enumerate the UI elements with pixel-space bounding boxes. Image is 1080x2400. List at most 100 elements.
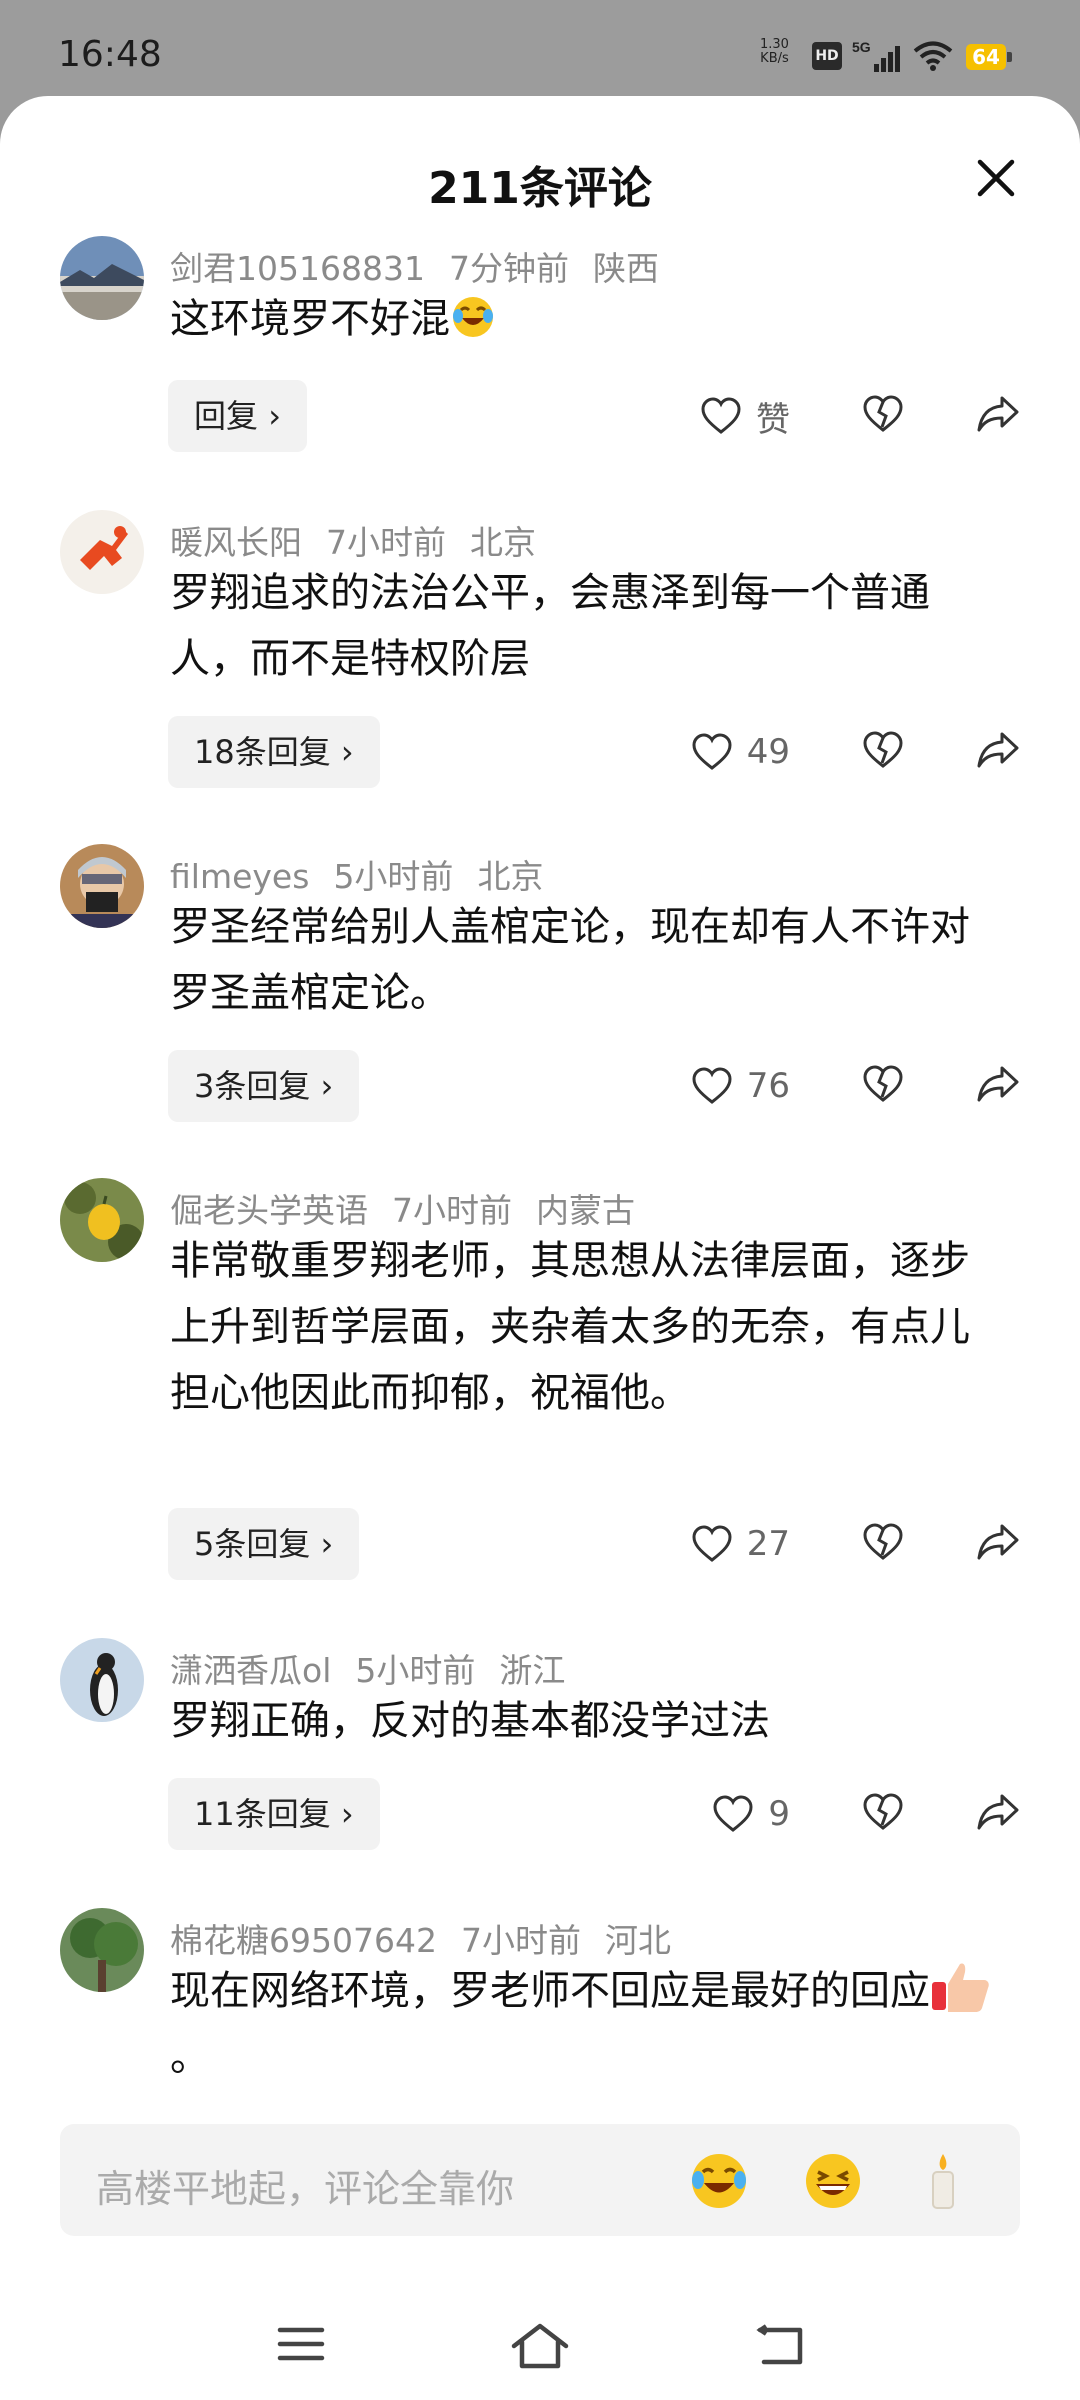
- comment-meta: 暖风长阳 7小时前 北京: [170, 516, 560, 564]
- comment-meta: 剑君105168831 7分钟前 陕西: [170, 242, 683, 290]
- comment-actions: 赞: [660, 380, 1020, 452]
- comment-actions: 76: [660, 1050, 1020, 1122]
- comment-count-title: 211条评论: [428, 163, 652, 214]
- like-button[interactable]: 49: [691, 730, 790, 774]
- network-speed-unit: KB/s: [760, 51, 789, 66]
- comment-text: 非常敬重罗翔老师，其思想从法律层面，逐步上升到哲学层面，夹杂着太多的无奈，有点儿…: [170, 1238, 970, 1416]
- candle-emoji-button[interactable]: [912, 2150, 974, 2212]
- system-nav-bar: [0, 2292, 1080, 2400]
- chevron-right-icon: ›: [340, 1795, 354, 1833]
- comment-location: 陕西: [592, 249, 659, 288]
- reply-button-label: 11条回复: [194, 1795, 331, 1833]
- broken-heart-icon[interactable]: [862, 394, 904, 438]
- comment-text: 罗圣经常给别人盖棺定论，现在却有人不许对罗圣盖棺定论。: [170, 904, 970, 1016]
- reply-button[interactable]: 5条回复 ›: [168, 1508, 360, 1580]
- share-arrow-icon[interactable]: [976, 394, 1020, 438]
- like-button[interactable]: 9: [712, 1792, 790, 1836]
- like-count: 赞: [756, 399, 790, 440]
- comment-actions: 27: [660, 1508, 1020, 1580]
- like-count: 76: [746, 1066, 790, 1106]
- reply-button-label: 3条回复: [194, 1067, 311, 1105]
- comment-time: 5小时前: [355, 1651, 476, 1690]
- comment-username[interactable]: 倔老头学英语: [170, 1191, 368, 1230]
- back-icon[interactable]: [754, 2322, 806, 2372]
- comment-time: 7小时前: [326, 523, 446, 562]
- broken-heart-icon[interactable]: [862, 1522, 904, 1566]
- comment-location: 内蒙古: [536, 1191, 635, 1230]
- thumbs-up-emoji-icon: [932, 1963, 989, 2012]
- comment-username[interactable]: 剑君105168831: [170, 249, 425, 288]
- avatar[interactable]: [60, 1908, 144, 1992]
- comment-text: 罗翔正确，反对的基本都没学过法: [170, 1698, 770, 1744]
- reply-button[interactable]: 11条回复 ›: [168, 1778, 380, 1850]
- heart-icon: [692, 1067, 732, 1104]
- comment-meta: 倔老头学英语 7小时前 内蒙古: [170, 1184, 659, 1232]
- chevron-right-icon: ›: [320, 1067, 334, 1105]
- comment-sheet: 211条评论 剑君105168831 7分钟前 陕西 这环境罗不好混 回复 › 赞: [0, 96, 1080, 2400]
- comment-time: 7分钟前: [448, 249, 569, 288]
- comment-location: 北京: [477, 857, 544, 896]
- like-button[interactable]: 赞: [700, 394, 790, 440]
- home-icon[interactable]: [510, 2322, 570, 2374]
- status-time: 16:48: [58, 34, 162, 75]
- comment-text-content: 这环境罗不好混: [170, 296, 450, 342]
- share-arrow-icon[interactable]: [976, 1522, 1020, 1566]
- comment-time: 7小时前: [460, 1921, 581, 1960]
- comment-location: 北京: [470, 523, 536, 562]
- broken-heart-icon[interactable]: [862, 1064, 904, 1108]
- comment-username[interactable]: 潇洒香瓜ol: [170, 1651, 331, 1690]
- comment-meta: filmeyes 5小时前 北京: [170, 850, 567, 898]
- reply-button[interactable]: 3条回复 ›: [168, 1050, 360, 1122]
- chevron-right-icon: ›: [268, 397, 281, 435]
- heart-icon: [713, 1795, 753, 1832]
- reply-button-label: 5条回复: [194, 1525, 311, 1563]
- avatar[interactable]: [60, 236, 144, 320]
- status-bar: 16:48 1.30 KB/s HD 5G 64: [0, 0, 1080, 110]
- comment-time: 5小时前: [333, 857, 454, 896]
- like-count: 9: [768, 1794, 790, 1834]
- like-button[interactable]: 76: [691, 1064, 790, 1108]
- avatar[interactable]: [60, 510, 144, 594]
- heart-icon: [692, 1525, 732, 1562]
- comment-location: 浙江: [499, 1651, 566, 1690]
- reply-button[interactable]: 回复 ›: [168, 380, 307, 452]
- close-icon[interactable]: [974, 156, 1018, 200]
- comment-username[interactable]: filmeyes: [170, 857, 309, 896]
- hd-badge: HD: [812, 42, 842, 70]
- avatar[interactable]: [60, 1178, 144, 1262]
- chevron-right-icon: ›: [340, 733, 354, 771]
- share-arrow-icon[interactable]: [976, 1792, 1020, 1836]
- signal-label: 5G: [852, 39, 871, 55]
- comment-meta: 潇洒香瓜ol 5小时前 浙江: [170, 1644, 589, 1692]
- comment-input[interactable]: 高楼平地起，评论全靠你: [60, 2124, 1020, 2236]
- reply-button-label: 18条回复: [194, 733, 331, 771]
- like-button[interactable]: 27: [691, 1522, 790, 1566]
- comment-meta: 棉花糖69507642 7小时前 河北: [170, 1914, 695, 1962]
- broken-heart-icon[interactable]: [862, 730, 904, 774]
- network-speed-value: 1.30: [760, 37, 789, 52]
- avatar[interactable]: [60, 844, 144, 928]
- comment-text-content: 现在网络环境，罗老师不回应是最好的回应: [170, 1968, 930, 2014]
- battery-icon: 64: [966, 44, 1006, 70]
- wifi-icon: [912, 40, 954, 76]
- heart-icon: [692, 733, 732, 770]
- comment-actions: 49: [660, 716, 1020, 788]
- comment-username[interactable]: 暖风长阳: [170, 523, 302, 562]
- share-arrow-icon[interactable]: [976, 1064, 1020, 1108]
- comment-actions: 9: [660, 1778, 1020, 1850]
- laugh-cry-emoji-icon: [453, 297, 493, 337]
- comment-username[interactable]: 棉花糖69507642: [170, 1921, 437, 1960]
- heart-icon: [701, 397, 741, 434]
- laugh-cry-emoji-button[interactable]: [688, 2150, 750, 2212]
- comment-input-placeholder: 高楼平地起，评论全靠你: [96, 2167, 515, 2211]
- signal-icon: 5G: [852, 38, 906, 78]
- comment-text: 罗翔追求的法治公平，会惠泽到每一个普通人，而不是特权阶层: [170, 570, 930, 682]
- share-arrow-icon[interactable]: [976, 730, 1020, 774]
- comment-text: 现在网络环境，罗老师不回应是最好的回应。: [170, 1958, 1000, 2090]
- reply-button-label: 回复: [194, 397, 259, 435]
- avatar[interactable]: [60, 1638, 144, 1722]
- broken-heart-icon[interactable]: [862, 1792, 904, 1836]
- grin-emoji-button[interactable]: [802, 2150, 864, 2212]
- reply-button[interactable]: 18条回复 ›: [168, 716, 380, 788]
- menu-icon[interactable]: [276, 2322, 326, 2370]
